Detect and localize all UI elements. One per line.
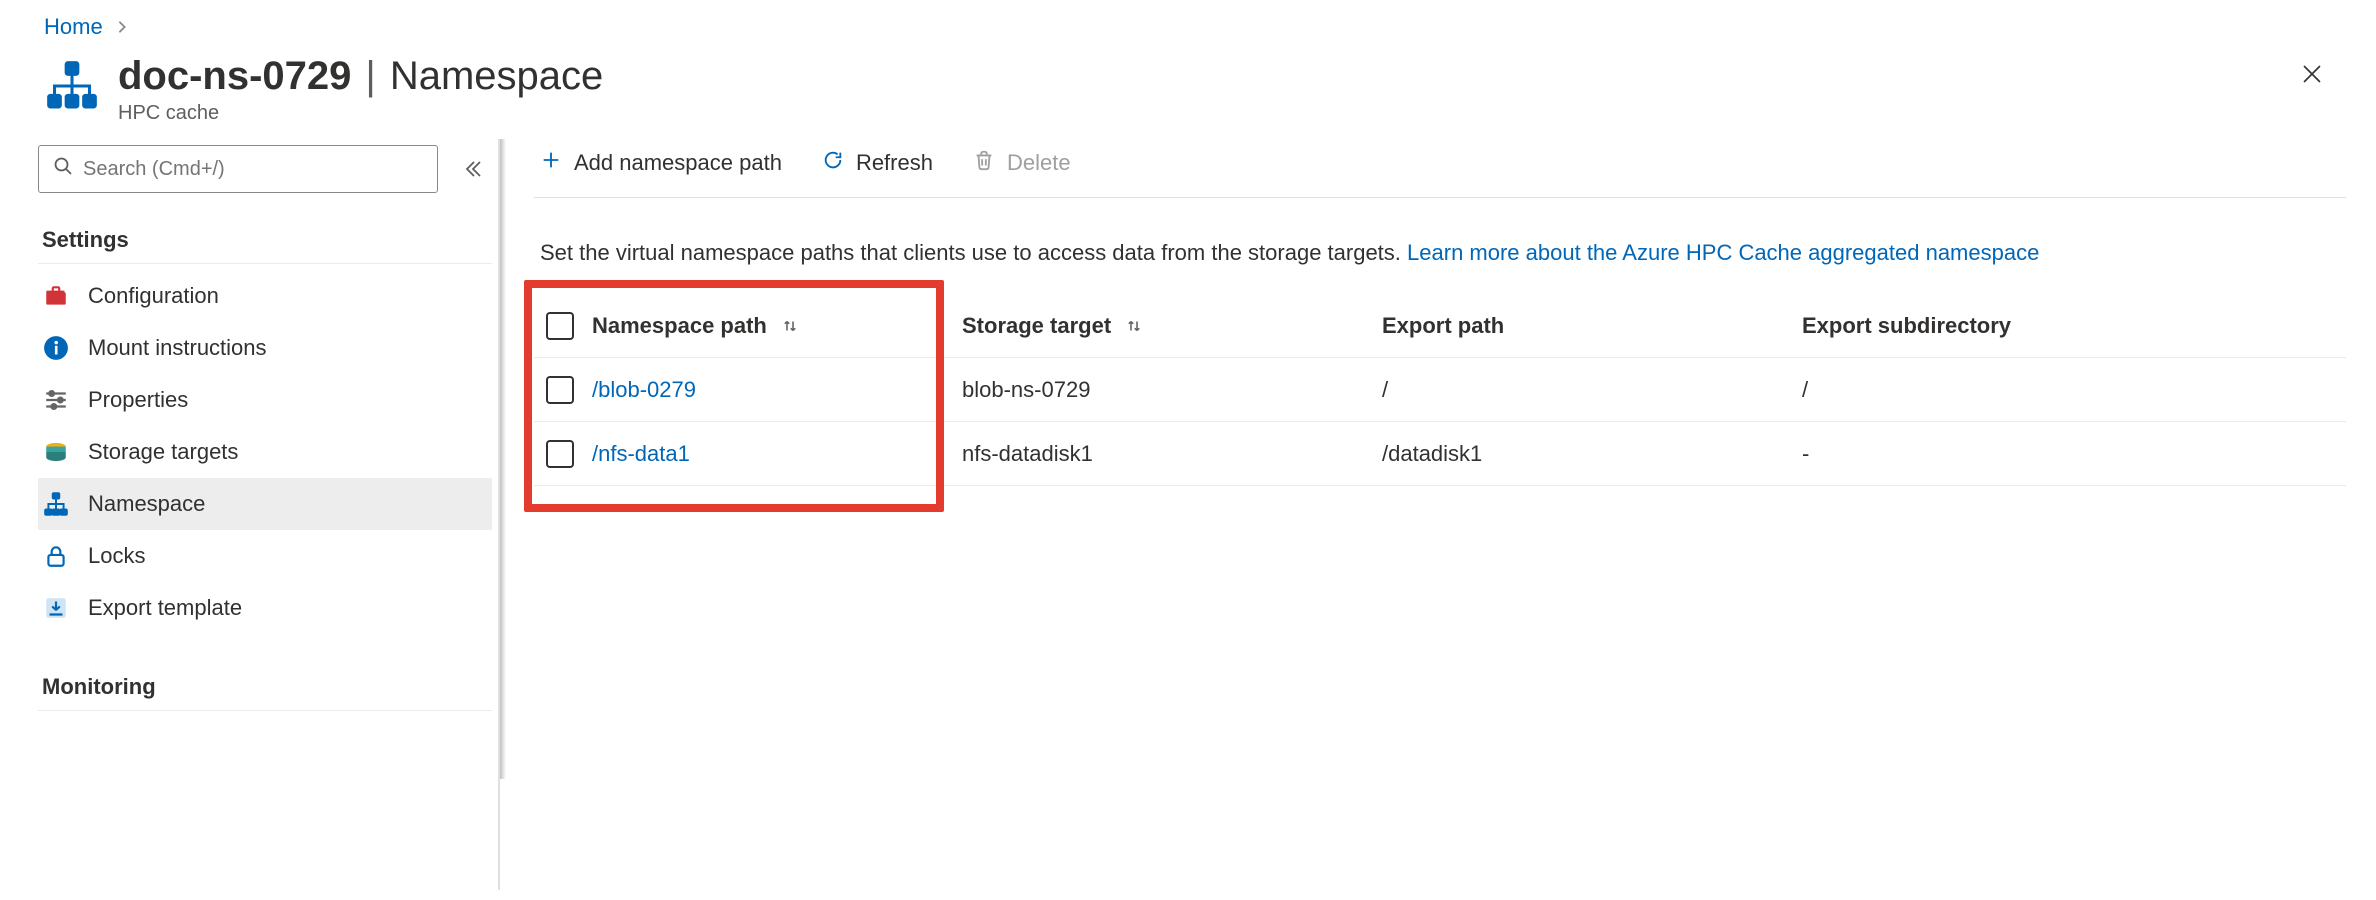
storage-target-cell: nfs-datadisk1: [962, 441, 1382, 467]
delete-button: Delete: [973, 149, 1071, 177]
export-path-cell: /datadisk1: [1382, 441, 1802, 467]
toolbox-icon: [42, 282, 70, 310]
hierarchy-icon: [42, 490, 70, 518]
hierarchy-icon: [44, 58, 100, 114]
col-export-path[interactable]: Export path: [1382, 313, 1802, 339]
sidebar-item-label: Export template: [88, 595, 242, 621]
sort-icon: [781, 317, 799, 335]
breadcrumb-home[interactable]: Home: [44, 14, 103, 40]
sidebar: Settings Configuration Mount instruction…: [38, 139, 500, 890]
collapse-sidebar-button[interactable]: [456, 153, 488, 185]
sidebar-item-storage-targets[interactable]: Storage targets: [38, 426, 492, 478]
close-button[interactable]: [2292, 54, 2332, 94]
trash-icon: [973, 149, 995, 177]
sidebar-item-properties[interactable]: Properties: [38, 374, 492, 426]
export-subdir-cell: -: [1802, 441, 2336, 467]
row-checkbox[interactable]: [546, 376, 574, 404]
sliders-icon: [42, 386, 70, 414]
sidebar-item-mount-instructions[interactable]: Mount instructions: [38, 322, 492, 374]
breadcrumb: Home: [0, 0, 2376, 50]
col-storage-target[interactable]: Storage target: [962, 313, 1382, 339]
resource-name: doc-ns-0729: [118, 54, 351, 98]
sidebar-item-label: Mount instructions: [88, 335, 267, 361]
resource-subtype: HPC cache: [118, 102, 603, 125]
command-bar: Add namespace path Refresh Delete: [534, 145, 2346, 198]
sidebar-item-locks[interactable]: Locks: [38, 530, 492, 582]
chevron-right-icon: [115, 14, 129, 40]
export-path-cell: /: [1382, 377, 1802, 403]
sidebar-item-label: Storage targets: [88, 439, 238, 465]
sidebar-item-configuration[interactable]: Configuration: [38, 270, 492, 322]
row-checkbox[interactable]: [546, 440, 574, 468]
section-name: Namespace: [390, 54, 603, 98]
search-icon: [53, 156, 73, 182]
sidebar-item-label: Properties: [88, 387, 188, 413]
plus-icon: [540, 149, 562, 177]
namespace-path-link[interactable]: /blob-0279: [592, 377, 962, 403]
add-namespace-path-button[interactable]: Add namespace path: [540, 149, 782, 177]
sidebar-section-monitoring: Monitoring: [38, 654, 492, 711]
refresh-icon: [822, 149, 844, 177]
search-input[interactable]: [38, 145, 438, 193]
table-header: Namespace path Storage target Export pat…: [534, 294, 2346, 358]
select-all-checkbox[interactable]: [546, 312, 574, 340]
main-content: Add namespace path Refresh Delete S: [500, 139, 2376, 890]
namespace-path-link[interactable]: /nfs-data1: [592, 441, 962, 467]
col-export-subdir[interactable]: Export subdirectory: [1802, 313, 2336, 339]
sort-icon: [1125, 317, 1143, 335]
export-subdir-cell: /: [1802, 377, 2336, 403]
disks-icon: [42, 438, 70, 466]
intro-text: Set the virtual namespace paths that cli…: [534, 198, 2346, 294]
namespace-table: Namespace path Storage target Export pat…: [534, 294, 2346, 486]
sidebar-item-namespace[interactable]: Namespace: [38, 478, 492, 530]
sidebar-item-label: Configuration: [88, 283, 219, 309]
storage-target-cell: blob-ns-0729: [962, 377, 1382, 403]
sidebar-item-label: Locks: [88, 543, 145, 569]
sidebar-section-settings: Settings: [38, 207, 492, 264]
lock-icon: [42, 542, 70, 570]
page-title: doc-ns-0729 | Namespace: [118, 54, 603, 98]
col-namespace-path[interactable]: Namespace path: [592, 313, 962, 339]
table-row[interactable]: /blob-0279 blob-ns-0729 / /: [534, 358, 2346, 422]
sidebar-item-export-template[interactable]: Export template: [38, 582, 492, 634]
download-icon: [42, 594, 70, 622]
table-row[interactable]: /nfs-data1 nfs-datadisk1 /datadisk1 -: [534, 422, 2346, 486]
learn-more-link[interactable]: Learn more about the Azure HPC Cache agg…: [1407, 240, 2039, 265]
info-icon: [42, 334, 70, 362]
refresh-button[interactable]: Refresh: [822, 149, 933, 177]
sidebar-item-label: Namespace: [88, 491, 205, 517]
